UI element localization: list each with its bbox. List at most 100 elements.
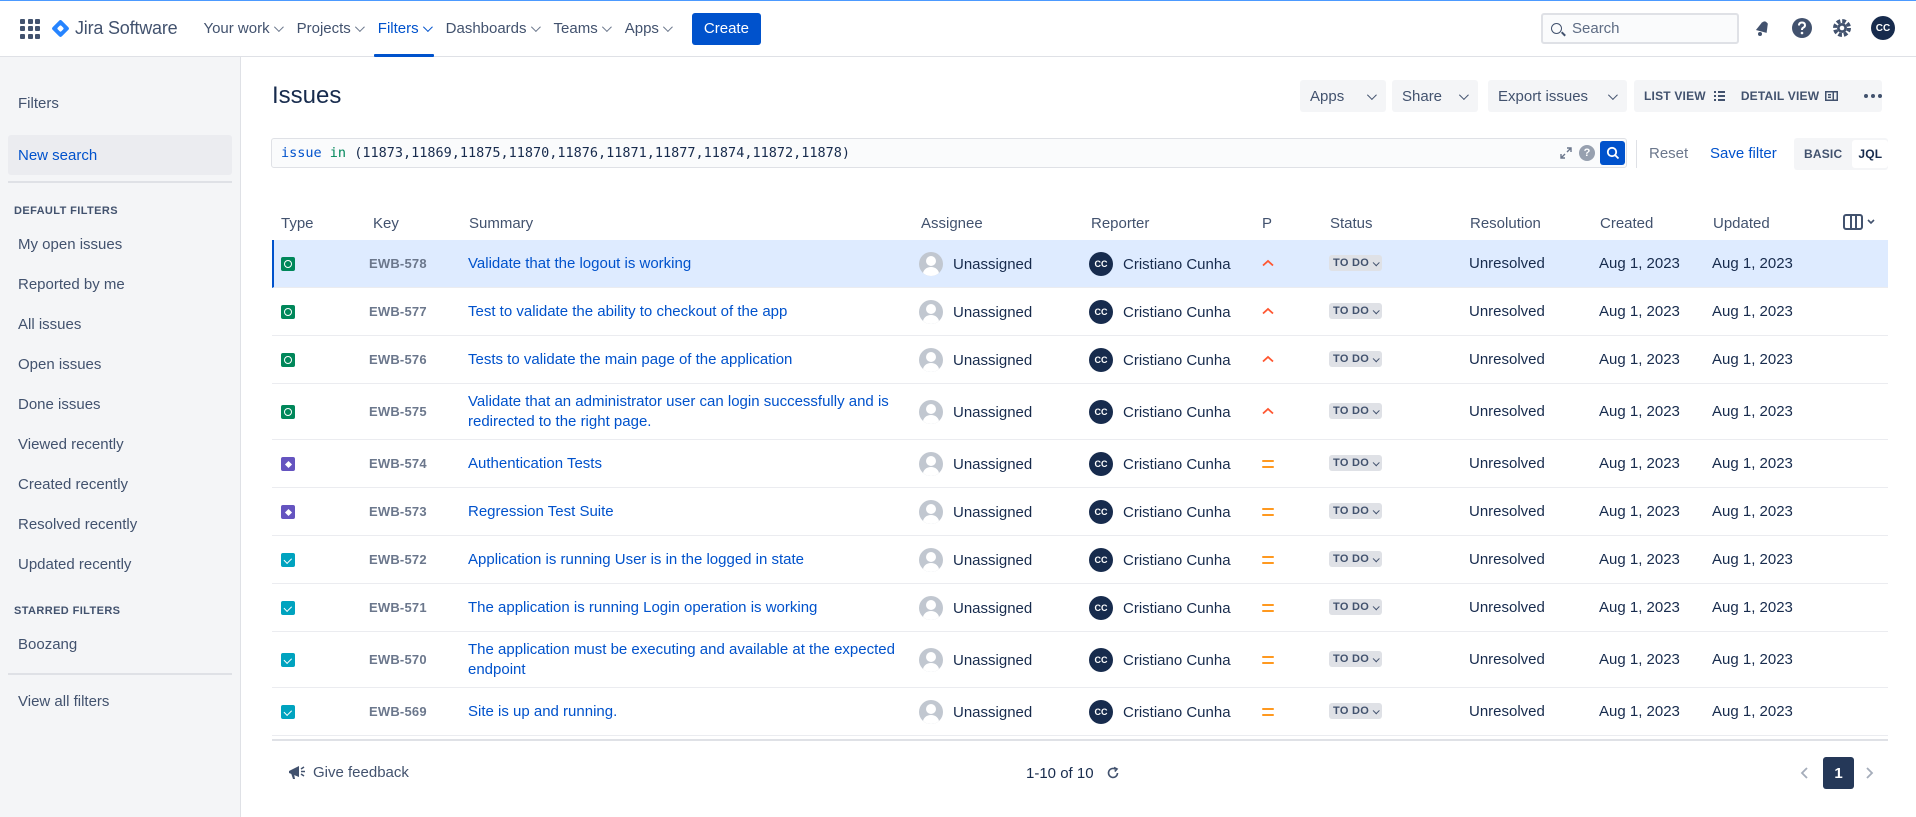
reporter-cell[interactable]: CC Cristiano Cunha <box>1089 596 1231 620</box>
assignee-cell[interactable]: Unassigned <box>919 348 1032 372</box>
notifications-icon[interactable] <box>1750 16 1774 40</box>
view-all-filters-link[interactable]: View all filters <box>18 693 109 710</box>
sidebar-item-reported-by-me[interactable]: Reported by me <box>18 276 125 293</box>
nav-teams[interactable]: Teams <box>546 0 617 57</box>
column-header-resolution[interactable]: Resolution <box>1470 215 1541 232</box>
table-row[interactable]: EWB-569 Site is up and running. Unassigned… <box>272 688 1888 736</box>
assignee-cell[interactable]: Unassigned <box>919 500 1032 524</box>
issue-summary-link[interactable]: Site is up and running. <box>468 702 898 722</box>
issue-key[interactable]: EWB-571 <box>369 600 427 615</box>
reset-button[interactable]: Reset <box>1649 145 1688 162</box>
table-row[interactable]: EWB-573 Regression Test Suite Unassigned CC… <box>272 488 1888 536</box>
issue-key[interactable]: EWB-578 <box>369 256 427 271</box>
global-search[interactable] <box>1541 13 1739 44</box>
sidebar-item-my-open-issues[interactable]: My open issues <box>18 236 122 253</box>
column-header-type[interactable]: Type <box>281 215 314 232</box>
sidebar-item-boozang[interactable]: Boozang <box>18 636 77 653</box>
status-badge[interactable]: TO DO <box>1329 351 1383 367</box>
table-row[interactable]: EWB-571 The application is running Login … <box>272 584 1888 632</box>
refresh-icon[interactable] <box>1106 766 1120 780</box>
sidebar-item-viewed-recently[interactable]: Viewed recently <box>18 436 124 453</box>
sidebar-item-all-issues[interactable]: All issues <box>18 316 81 333</box>
nav-dashboards[interactable]: Dashboards <box>438 0 546 57</box>
more-actions-icon[interactable] <box>1858 80 1888 112</box>
status-badge[interactable]: TO DO <box>1329 403 1383 419</box>
issue-key[interactable]: EWB-576 <box>369 352 427 367</box>
page-number-button[interactable]: 1 <box>1823 757 1854 789</box>
share-dropdown-button[interactable]: Share <box>1392 80 1478 112</box>
assignee-cell[interactable]: Unassigned <box>919 252 1032 276</box>
issue-summary-link[interactable]: Regression Test Suite <box>468 502 898 522</box>
status-badge[interactable]: TO DO <box>1329 455 1383 471</box>
reporter-cell[interactable]: CC Cristiano Cunha <box>1089 548 1231 572</box>
sidebar-item-open-issues[interactable]: Open issues <box>18 356 101 373</box>
app-switcher-icon[interactable] <box>20 18 40 39</box>
give-feedback-button[interactable]: Give feedback <box>287 763 409 781</box>
jql-search-button[interactable] <box>1600 141 1625 165</box>
status-badge[interactable]: TO DO <box>1329 703 1383 719</box>
reporter-cell[interactable]: CC Cristiano Cunha <box>1089 300 1231 324</box>
reporter-cell[interactable]: CC Cristiano Cunha <box>1089 452 1231 476</box>
nav-filters[interactable]: Filters <box>370 0 438 57</box>
assignee-cell[interactable]: Unassigned <box>919 700 1032 724</box>
table-row[interactable]: EWB-572 Application is running User is in… <box>272 536 1888 584</box>
column-header-created[interactable]: Created <box>1600 215 1653 232</box>
status-badge[interactable]: TO DO <box>1329 255 1383 271</box>
reporter-cell[interactable]: CC Cristiano Cunha <box>1089 700 1231 724</box>
table-row[interactable]: EWB-576 Tests to validate the main page o… <box>272 336 1888 384</box>
reporter-cell[interactable]: CC Cristiano Cunha <box>1089 500 1231 524</box>
status-badge[interactable]: TO DO <box>1329 599 1383 615</box>
next-page-icon[interactable] <box>1864 766 1874 780</box>
reporter-cell[interactable]: CC Cristiano Cunha <box>1089 648 1231 672</box>
sidebar-item-updated-recently[interactable]: Updated recently <box>18 556 131 573</box>
issue-key[interactable]: EWB-572 <box>369 552 427 567</box>
issue-key[interactable]: EWB-569 <box>369 704 427 719</box>
apps-dropdown-button[interactable]: Apps <box>1300 80 1386 112</box>
settings-icon[interactable] <box>1830 16 1854 40</box>
issue-key[interactable]: EWB-573 <box>369 504 427 519</box>
issue-key[interactable]: EWB-570 <box>369 652 427 667</box>
jql-mode-button[interactable]: JQL <box>1852 140 1889 168</box>
assignee-cell[interactable]: Unassigned <box>919 548 1032 572</box>
assignee-cell[interactable]: Unassigned <box>919 300 1032 324</box>
jql-query-field[interactable]: issue in (11873,11869,11875,11870,11876,… <box>271 138 1627 168</box>
sidebar-item-done-issues[interactable]: Done issues <box>18 396 101 413</box>
assignee-cell[interactable]: Unassigned <box>919 400 1032 424</box>
column-header-key[interactable]: Key <box>373 215 399 232</box>
issue-summary-link[interactable]: Tests to validate the main page of the a… <box>468 350 898 370</box>
nav-projects[interactable]: Projects <box>289 0 370 57</box>
status-badge[interactable]: TO DO <box>1329 551 1383 567</box>
column-picker-button[interactable] <box>1843 214 1875 230</box>
column-header-priority[interactable]: P <box>1262 215 1272 232</box>
user-avatar[interactable]: CC <box>1871 16 1895 40</box>
sidebar-item-created-recently[interactable]: Created recently <box>18 476 128 493</box>
column-header-status[interactable]: Status <box>1330 215 1373 232</box>
new-search-link[interactable]: New search <box>8 135 232 175</box>
assignee-cell[interactable]: Unassigned <box>919 648 1032 672</box>
issue-summary-link[interactable]: Test to validate the ability to checkout… <box>468 302 898 322</box>
issue-key[interactable]: EWB-577 <box>369 304 427 319</box>
issue-summary-link[interactable]: Application is running User is in the lo… <box>468 550 898 570</box>
basic-mode-button[interactable]: BASIC <box>1794 147 1850 161</box>
column-header-assignee[interactable]: Assignee <box>921 215 983 232</box>
detail-view-button[interactable]: DETAIL VIEW <box>1733 82 1846 110</box>
table-row[interactable]: EWB-575 Validate that an administrator us… <box>272 384 1888 440</box>
export-issues-button[interactable]: Export issues <box>1488 80 1627 112</box>
save-filter-button[interactable]: Save filter <box>1710 145 1777 162</box>
table-row[interactable]: EWB-578 Validate that the logout is worki… <box>272 240 1888 288</box>
issue-summary-link[interactable]: The application must be executing and av… <box>468 640 898 680</box>
issue-key[interactable]: EWB-575 <box>369 404 427 419</box>
issue-summary-link[interactable]: Validate that an administrator user can … <box>468 392 898 432</box>
reporter-cell[interactable]: CC Cristiano Cunha <box>1089 252 1231 276</box>
create-button[interactable]: Create <box>691 12 761 45</box>
nav-your-work[interactable]: Your work <box>195 0 288 57</box>
previous-page-icon[interactable] <box>1800 766 1810 780</box>
assignee-cell[interactable]: Unassigned <box>919 452 1032 476</box>
jira-logo[interactable]: Jira Software <box>51 13 178 45</box>
help-icon[interactable] <box>1790 16 1814 40</box>
issue-summary-link[interactable]: Validate that the logout is working <box>468 254 898 274</box>
issue-key[interactable]: EWB-574 <box>369 456 427 471</box>
list-view-button[interactable]: LIST VIEW <box>1636 82 1733 110</box>
table-row[interactable]: EWB-574 Authentication Tests Unassigned CC C… <box>272 440 1888 488</box>
sidebar-item-resolved-recently[interactable]: Resolved recently <box>18 516 137 533</box>
